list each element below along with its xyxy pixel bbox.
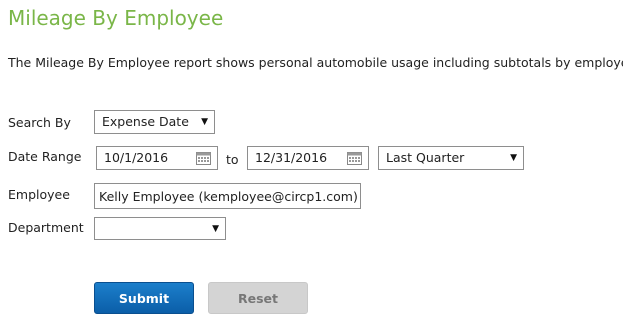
- chevron-down-icon: ▼: [201, 117, 208, 127]
- employee-value: Kelly Employee (kemployee@circp1.com): [99, 189, 358, 204]
- search-by-label: Search By: [8, 115, 71, 130]
- date-to-value: 12/31/2016: [255, 150, 328, 165]
- date-from-value: 10/1/2016: [104, 150, 169, 165]
- date-to-field[interactable]: 12/31/2016: [247, 146, 369, 170]
- department-select[interactable]: ▼: [94, 217, 226, 240]
- page-description: The Mileage By Employee report shows per…: [8, 55, 623, 70]
- department-label: Department: [8, 220, 84, 235]
- date-range-preset-value: Last Quarter: [386, 150, 465, 165]
- date-from-field[interactable]: 10/1/2016: [96, 146, 218, 170]
- date-range-preset-select[interactable]: Last Quarter ▼: [378, 146, 524, 170]
- employee-field[interactable]: Kelly Employee (kemployee@circp1.com): [94, 183, 361, 209]
- date-range-label: Date Range: [8, 149, 82, 164]
- chevron-down-icon: ▼: [212, 224, 219, 234]
- date-range-to-label: to: [226, 152, 239, 167]
- submit-button[interactable]: Submit: [94, 282, 194, 314]
- reset-button[interactable]: Reset: [208, 282, 308, 314]
- page-title: Mileage By Employee: [8, 6, 224, 30]
- employee-label: Employee: [8, 187, 70, 202]
- search-by-select[interactable]: Expense Date ▼: [94, 110, 215, 134]
- chevron-down-icon: ▼: [510, 153, 517, 163]
- calendar-icon[interactable]: [347, 151, 362, 165]
- search-by-value: Expense Date: [102, 114, 189, 129]
- calendar-icon[interactable]: [196, 151, 211, 165]
